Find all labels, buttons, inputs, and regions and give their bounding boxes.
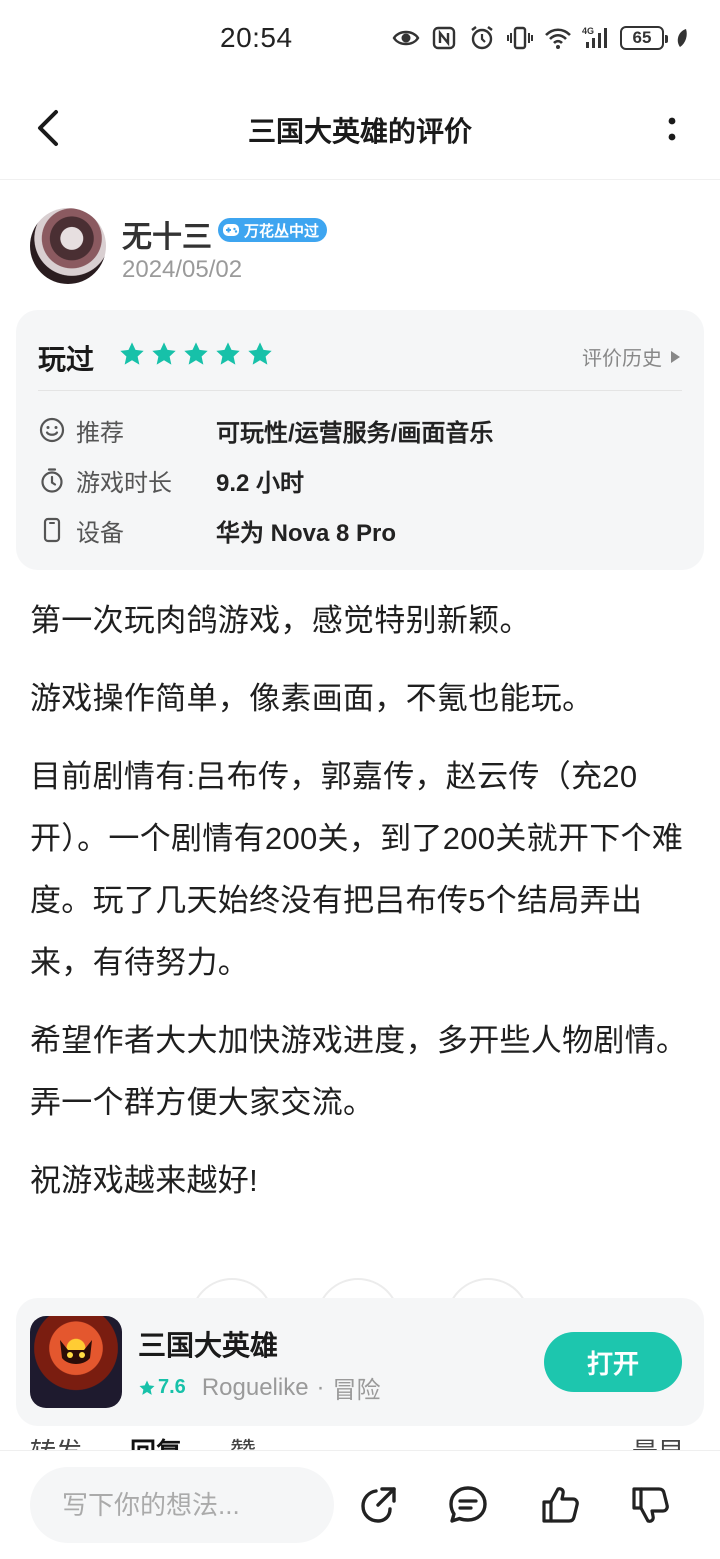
detail-value: 9.2 小时 (216, 469, 305, 497)
detail-row-recommend: 推荐 可玩性/运营服务/画面音乐 (38, 410, 493, 450)
share-button[interactable] (352, 1479, 404, 1531)
avatar[interactable] (30, 208, 106, 284)
star-icon (152, 342, 176, 365)
more-vertical-icon (668, 117, 676, 141)
game-meta: 7.6 Roguelike · 冒险 (138, 1370, 381, 1405)
signal-4g-icon: 4G (582, 24, 610, 52)
bottom-action-bar (0, 1450, 720, 1559)
detail-label: 设备 (76, 519, 124, 547)
game-rating-value: 7.6 (158, 1376, 186, 1398)
game-name[interactable]: 三国大英雄 (138, 1324, 278, 1364)
eye-icon (392, 24, 420, 52)
open-game-button[interactable]: 打开 (544, 1332, 682, 1392)
status-icons: 4G 65 (392, 24, 690, 52)
status-time: 20:54 (220, 22, 293, 53)
review-paragraph: 游戏操作简单，像素画面，不氪也能玩。 (30, 681, 594, 716)
review-history-label: 评价历史 (582, 348, 662, 370)
star-icon (120, 342, 144, 365)
star-rating (118, 340, 274, 368)
battery-icon: 65 (620, 26, 668, 50)
more-button[interactable] (660, 110, 684, 150)
post-date: 2024/05/02 (122, 256, 243, 283)
phone-icon (38, 516, 66, 544)
review-paragraph: 第一次玩肉鸽游戏，感觉特别新颖。 (30, 603, 531, 638)
thumbs-down-icon (632, 1487, 669, 1523)
demon-icon (60, 1340, 92, 1364)
game-card[interactable]: 三国大英雄 7.6 Roguelike · 冒险 打开 (16, 1298, 704, 1426)
detail-label: 游戏时长 (76, 469, 172, 497)
divider (38, 390, 682, 391)
comment-icon (449, 1486, 487, 1523)
smile-icon (38, 416, 66, 444)
header: 三国大英雄的评价 (0, 80, 720, 180)
triangle-right-icon (671, 350, 680, 363)
game-rating: 7.6 (138, 1376, 186, 1399)
review-paragraph: 祝游戏越来越好! (30, 1163, 259, 1198)
timer-icon (38, 466, 66, 494)
thumbs-up-icon (542, 1487, 579, 1523)
detail-label: 推荐 (76, 419, 124, 447)
comment-button[interactable] (442, 1479, 494, 1531)
detail-row-playtime: 游戏时长 9.2 小时 (38, 460, 304, 500)
gamepad-icon (223, 224, 239, 236)
game-tag: 冒险 (332, 1377, 381, 1404)
alarm-icon (468, 24, 496, 52)
review-history-link[interactable]: 评价历史 (582, 342, 680, 371)
status-bar: 20:54 4G 65 (0, 0, 720, 80)
detail-value: 可玩性/运营服务/画面音乐 (216, 419, 494, 447)
username[interactable]: 无十三 (122, 212, 212, 256)
detail-row-device: 设备 华为 Nova 8 Pro (38, 510, 396, 550)
svg-text:4G: 4G (582, 26, 594, 36)
wifi-icon (544, 24, 572, 52)
tag-separator: · (316, 1373, 325, 1401)
review-paragraph: 目前剧情有:吕布传，郭嘉传，赵云传（充20开）。一个剧情有200关，到了200关… (30, 759, 684, 980)
star-icon (248, 342, 272, 365)
share-icon (361, 1487, 396, 1523)
nfc-icon (430, 24, 458, 52)
star-icon (139, 1380, 155, 1395)
review-summary-card: 玩过 评价历史 推荐 可玩性/运营服务/画面音乐 游戏时长 9.2 小时 设备 … (16, 310, 704, 570)
user-badge[interactable]: 万花丛中过 (218, 218, 328, 242)
star-icon (184, 342, 208, 365)
dislike-button[interactable] (624, 1479, 676, 1531)
review-paragraph: 希望作者大大加快游戏进度，多开些人物剧情。弄一个群方便大家交流。 (30, 1023, 688, 1120)
game-tag: Roguelike (201, 1373, 309, 1401)
leaf-icon (674, 24, 690, 52)
comment-input[interactable] (30, 1467, 334, 1543)
play-status: 玩过 (38, 344, 95, 375)
star-icon (216, 342, 240, 365)
page-title: 三国大英雄的评价 (247, 116, 472, 147)
game-icon[interactable] (30, 1316, 122, 1408)
review-body: 第一次玩肉鸽游戏，感觉特别新颖。 游戏操作简单，像素画面，不氪也能玩。 目前剧情… (30, 590, 690, 1228)
badge-label: 万花丛中过 (244, 222, 320, 240)
vibrate-icon (506, 24, 534, 52)
like-button[interactable] (534, 1479, 586, 1531)
detail-value: 华为 Nova 8 Pro (216, 519, 397, 547)
